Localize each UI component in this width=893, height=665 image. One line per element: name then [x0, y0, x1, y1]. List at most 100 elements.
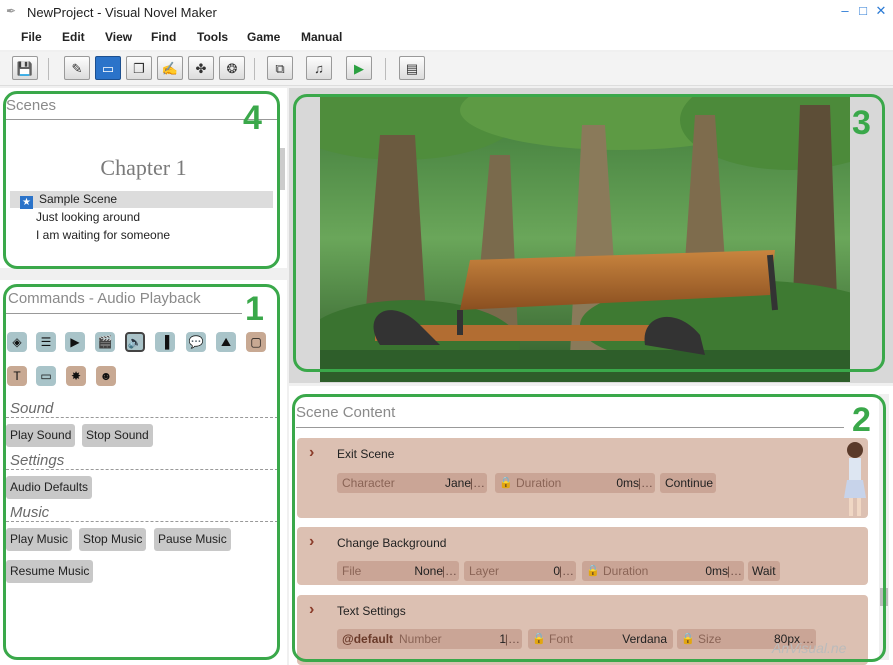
more-icon[interactable]: |…	[638, 473, 653, 493]
command-icon-face[interactable]: ☻	[96, 366, 116, 386]
play-sound-button[interactable]: Play Sound	[6, 424, 76, 447]
character-field[interactable]: Character Jane |…	[337, 473, 487, 493]
music-button[interactable]: ♫	[306, 56, 332, 80]
more-icon[interactable]: |…	[442, 561, 457, 581]
field-label: Character	[342, 476, 395, 490]
scene-item-label: I am waiting for someone	[36, 228, 171, 242]
command-icon-gear[interactable]: ✸	[66, 366, 86, 386]
continue-toggle[interactable]: Continue	[660, 473, 716, 493]
number-field[interactable]: @default Number 1 |…	[337, 629, 522, 649]
menu-tools[interactable]: Tools	[197, 30, 228, 44]
command-name: Exit Scene	[337, 447, 395, 461]
more-icon[interactable]: |…	[470, 473, 485, 493]
field-value: 0ms	[705, 564, 728, 578]
scene-content-scrollbar[interactable]	[879, 394, 889, 660]
scenes-scrollbar[interactable]	[279, 148, 285, 190]
menu-edit[interactable]: Edit	[62, 30, 85, 44]
minimize-button[interactable]: –	[838, 3, 852, 19]
file-field[interactable]: File None |…	[337, 561, 459, 581]
divider	[296, 427, 844, 428]
scrollbar-thumb[interactable]	[880, 588, 888, 606]
menu-find[interactable]: Find	[151, 30, 176, 44]
badge-2: 2	[852, 401, 871, 439]
divider	[6, 521, 278, 522]
command-icon-list[interactable]: ☰	[36, 332, 56, 352]
command-icon-audio[interactable]: 🔊	[125, 332, 145, 352]
field-value: Verdana	[622, 632, 667, 646]
scene-item-label: Sample Scene	[39, 192, 118, 206]
window-title: NewProject - Visual Novel Maker	[27, 5, 217, 20]
command-icon-message[interactable]: 💬	[186, 332, 206, 352]
field-label: Font	[549, 632, 574, 646]
save-button[interactable]: 💾	[12, 56, 38, 80]
field-label: Continue	[665, 476, 714, 490]
more-icon[interactable]: |…	[505, 629, 520, 649]
duration-field[interactable]: 🔒 Duration 0ms |…	[582, 561, 744, 581]
field-label: Number	[399, 632, 442, 646]
database-button[interactable]: ❐	[126, 56, 152, 80]
pause-music-button[interactable]: Pause Music	[154, 528, 231, 551]
scene-item-sample-scene[interactable]: ★ Sample Scene	[10, 191, 273, 209]
command-icon-video[interactable]: ▶	[65, 332, 85, 352]
wait-toggle[interactable]: Wait	[748, 561, 780, 581]
menu-manual[interactable]: Manual	[301, 30, 342, 44]
chevron-right-icon[interactable]: ›	[309, 601, 314, 619]
category-music: Music	[10, 504, 50, 521]
chevron-right-icon[interactable]: ›	[309, 444, 314, 462]
divider	[6, 119, 278, 120]
font-field[interactable]: 🔒 Font Verdana	[528, 629, 673, 649]
scene-item-waiting[interactable]: I am waiting for someone	[10, 227, 273, 244]
scene-content-title: Scene Content	[296, 404, 396, 421]
scenes-title: Scenes	[6, 97, 57, 114]
scene-view-button[interactable]: ▭	[95, 56, 121, 80]
play-music-button[interactable]: Play Music	[6, 528, 73, 551]
more-icon[interactable]: |…	[559, 561, 574, 581]
chapter-title: Chapter 1	[100, 155, 187, 180]
copy-button[interactable]: ⧉	[267, 56, 293, 80]
field-label: Wait	[752, 564, 776, 578]
field-label: Layer	[469, 564, 500, 578]
book-button[interactable]: ▤	[399, 56, 425, 80]
toolbar-separator	[48, 58, 49, 80]
lock-icon: 🔒	[586, 565, 600, 577]
stop-sound-button[interactable]: Stop Sound	[82, 424, 153, 447]
more-icon[interactable]: |…	[727, 561, 742, 581]
command-icon-text[interactable]: T	[7, 366, 27, 386]
close-button[interactable]: ✕	[874, 3, 888, 19]
play-button[interactable]: ▶	[346, 56, 372, 80]
field-label: Size	[698, 632, 722, 646]
command-icon-clapper[interactable]: 🎬	[95, 332, 115, 352]
layer-field[interactable]: Layer 0 |…	[464, 561, 576, 581]
command-icon-frame[interactable]: ▢	[246, 332, 266, 352]
plugin-button[interactable]: ✤	[188, 56, 214, 80]
audio-defaults-button[interactable]: Audio Defaults	[6, 476, 93, 499]
lock-icon: 🔒	[532, 633, 546, 645]
menu-bar: File Edit View Find Tools Game Manual	[0, 26, 893, 50]
edit-mode-button[interactable]: ✎	[64, 56, 90, 80]
command-icon-logic[interactable]: ◈	[7, 332, 27, 352]
divider	[6, 313, 242, 314]
menu-game[interactable]: Game	[247, 30, 280, 44]
category-sound: Sound	[10, 400, 54, 417]
duration-field[interactable]: 🔒 Duration 0ms |…	[495, 473, 655, 493]
menu-file[interactable]: File	[21, 30, 42, 44]
character-thumbnail	[844, 442, 866, 516]
command-name: Text Settings	[337, 604, 406, 618]
scene-item-just-looking-around[interactable]: Just looking around	[10, 209, 273, 226]
lock-icon: 🔒	[681, 633, 695, 645]
field-value: Jane	[444, 476, 471, 490]
script-button[interactable]: ✍	[157, 56, 183, 80]
command-icon-screen[interactable]: ▭	[36, 366, 56, 386]
badge-1: 1	[245, 290, 264, 328]
stop-music-button[interactable]: Stop Music	[79, 528, 147, 551]
command-icon-image[interactable]: ⛰	[216, 332, 236, 352]
command-icon-voice[interactable]: ▐	[155, 332, 175, 352]
maximize-button[interactable]: □	[856, 3, 870, 19]
lock-icon: 🔒	[499, 477, 513, 489]
resume-music-button[interactable]: Resume Music	[6, 560, 94, 583]
layers-button[interactable]: ❂	[219, 56, 245, 80]
toolbar-separator	[385, 58, 386, 80]
chevron-right-icon[interactable]: ›	[309, 533, 314, 551]
menu-view[interactable]: View	[105, 30, 132, 44]
scene-item-label: Just looking around	[36, 210, 141, 224]
